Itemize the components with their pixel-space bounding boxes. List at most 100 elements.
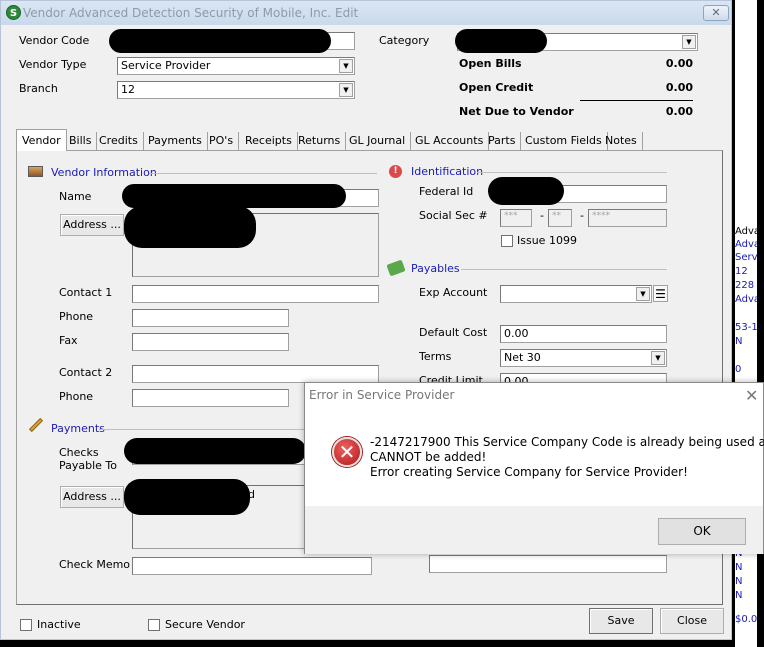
tab-credits[interactable]: Credits [94,132,144,150]
open-credit-label: Open Credit [459,81,534,94]
phone1-input[interactable] [132,309,289,327]
default-cost-label: Default Cost [419,326,488,339]
bg-cell: 12 [735,266,748,277]
category-label: Category [379,34,430,47]
inactive-label: Inactive [37,618,81,631]
issue-1099-label: Issue 1099 [517,234,577,247]
window-title: Vendor Advanced Detection Security of Mo… [23,6,359,20]
redaction [455,29,547,53]
bg-cell: 228 S [735,280,757,291]
exp-account-select[interactable]: ▼ [500,285,652,303]
default-cost-input[interactable]: 0.00 [500,325,667,343]
net-due-label: Net Due to Vendor [459,105,574,118]
list-lookup-icon[interactable]: ☰ [653,285,668,302]
check-memo-label: Check Memo [59,558,131,571]
notes-input[interactable] [429,555,667,573]
vendor-type-select[interactable]: Service Provider ▼ [117,57,355,75]
contact1-input[interactable] [132,285,379,303]
secure-vendor-checkbox[interactable] [148,619,160,631]
payments-title: Payments [51,422,105,435]
exp-account-label: Exp Account [419,286,488,299]
close-icon[interactable]: ✕ [703,5,729,21]
fax-input[interactable] [132,333,289,351]
ssn-part1-input[interactable]: *** [500,209,532,227]
redaction [122,184,346,208]
ssn-label: Social Sec # [419,209,488,222]
branch-label: Branch [19,82,58,95]
vendor-information-title: Vendor Information [51,166,157,179]
phone1-label: Phone [59,310,94,323]
contact2-label: Contact 2 [59,366,113,379]
branch-value: 12 [121,83,135,96]
error-icon: ✕ [332,437,362,467]
branch-select[interactable]: 12 ▼ [117,81,355,99]
tab-gl-journal[interactable]: GL Journal [344,132,412,150]
issue-1099-checkbox[interactable] [501,235,513,247]
bg-cell: 53-10 [735,322,757,333]
ssn-part3-input[interactable]: **** [588,209,667,227]
chevron-down-icon[interactable]: ▼ [339,83,353,97]
redaction [488,177,564,205]
check-memo-input[interactable] [132,557,372,575]
redaction [124,438,306,464]
terms-label: Terms [419,350,452,363]
section-divider [149,173,377,174]
open-credit-value: 0.00 [665,81,693,94]
bg-cell: N [735,562,743,573]
federal-id-label: Federal Id [419,185,474,198]
tab-gl-accounts[interactable]: GL Accounts [410,132,490,150]
alert-icon: ! [389,165,402,178]
section-divider [461,269,667,270]
address-button[interactable]: Address ... [60,214,124,236]
ssn-separator: - [580,209,584,222]
chevron-down-icon[interactable]: ▼ [651,351,665,365]
tab-pos[interactable]: PO's [204,132,240,150]
phone2-input[interactable] [132,389,289,407]
tab-payments[interactable]: Payments [143,132,208,150]
redaction [124,479,250,515]
terms-select[interactable]: Net 30 ▼ [500,349,667,367]
secure-vendor-label: Secure Vendor [165,618,245,631]
vendor-type-label: Vendor Type [19,58,87,71]
inactive-checkbox[interactable] [20,619,32,631]
app-icon: S [6,5,21,20]
chevron-down-icon[interactable]: ▼ [682,35,696,49]
bg-cell: N [735,576,743,587]
close-button[interactable]: Close [660,608,724,634]
bg-cell: $0.00 [735,614,757,625]
payables-title: Payables [411,262,460,275]
bg-cell: N [735,590,743,601]
dialog-title: Error in Service Provider [309,388,455,402]
tab-receipts[interactable]: Receipts [240,132,298,150]
error-dialog: Error in Service Provider ✕ ✕ -214721790… [304,382,764,554]
tab-notes[interactable]: Notes [600,132,643,150]
tab-returns[interactable]: Returns [293,132,347,150]
save-button[interactable]: Save [589,608,653,634]
redaction [124,206,256,248]
tab-parts[interactable]: Parts [483,132,522,150]
tab-bills[interactable]: Bills [64,132,98,150]
chevron-down-icon[interactable]: ▼ [636,287,650,301]
checks-payable-label: Checks Payable To [59,446,118,472]
open-bills-label: Open Bills [459,57,522,70]
ok-button[interactable]: OK [658,518,746,545]
name-label: Name [59,190,92,203]
bg-cell: Adva [735,294,757,305]
payment-address-button[interactable]: Address ... [60,486,124,508]
truck-icon [28,166,43,177]
contact2-input[interactable] [132,365,379,383]
bg-cell: Servi [735,252,757,263]
tab-vendor[interactable]: Vendor [16,129,67,151]
total-divider [580,100,693,101]
dialog-message: -2147217900 This Service Company Code is… [370,435,764,479]
vendor-code-label: Vendor Code [19,34,90,47]
chevron-down-icon[interactable]: ▼ [339,59,353,73]
net-due-value: 0.00 [665,105,693,118]
tab-custom-fields[interactable]: Custom Fields [520,132,608,150]
redaction [109,29,331,53]
ssn-part2-input[interactable]: ** [548,209,572,227]
dialog-footer: OK [305,506,763,554]
bg-cell: N [735,336,743,347]
title-bar: S Vendor Advanced Detection Security of … [1,1,731,25]
close-icon[interactable]: ✕ [745,386,758,405]
